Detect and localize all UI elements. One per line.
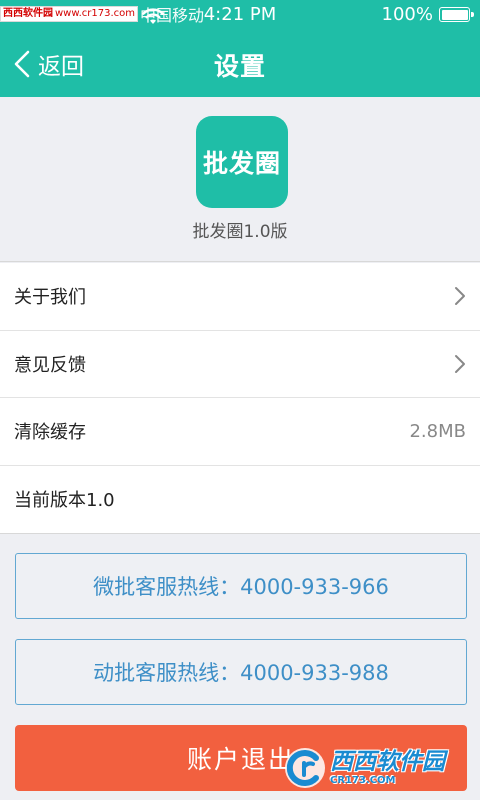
nav-bar: 返回 设置 xyxy=(0,32,480,97)
app-logo: 批发圈 xyxy=(196,116,288,208)
cache-size: 2.8MB xyxy=(409,420,466,442)
settings-item-label: 清除缓存 xyxy=(14,422,86,444)
watermark-text: 西西软件园 CR173.COM xyxy=(330,748,445,786)
settings-item-clear-cache[interactable]: 清除缓存 2.8MB xyxy=(0,398,480,466)
dongpi-hotline-button[interactable]: 动批客服热线：4000-933-988 xyxy=(15,639,467,705)
settings-item-version: 当前版本1.0 xyxy=(0,466,480,534)
settings-item-label: 当前版本1.0 xyxy=(14,490,115,512)
logout-label: 账户退出 xyxy=(186,745,295,774)
page-title: 设置 xyxy=(213,52,266,81)
settings-item-about[interactable]: 关于我们 xyxy=(0,263,480,331)
app-info: 批发圈 批发圈1.0版 xyxy=(0,97,480,262)
app-version: 批发圈1.0版 xyxy=(192,222,288,242)
battery-fill xyxy=(441,9,468,20)
watermark-logo-icon xyxy=(285,748,325,788)
watermark-bottom: 西西软件园 CR173.COM xyxy=(282,745,462,791)
battery-icon xyxy=(439,7,474,22)
settings-item-feedback[interactable]: 意见反馈 xyxy=(0,331,480,398)
status-bar: 西西软件园 www.cr173.com 中国移动 4:21 PM 100% xyxy=(0,0,480,32)
status-right: 100% xyxy=(381,4,474,25)
battery-percent: 100% xyxy=(381,4,433,25)
settings-list: 关于我们 意见反馈 清除缓存 2.8MB 当前版本1.0 xyxy=(0,263,480,534)
weipi-hotline-button[interactable]: 微批客服热线：4000-933-966 xyxy=(15,553,467,619)
chevron-right-icon xyxy=(455,354,465,373)
chevron-right-icon xyxy=(455,287,465,306)
settings-item-label: 意见反馈 xyxy=(14,354,86,376)
app-logo-text: 批发圈 xyxy=(202,149,281,178)
settings-item-label: 关于我们 xyxy=(14,287,86,309)
watermark-sub: CR173.COM xyxy=(330,774,396,786)
weipi-hotline-label: 微批客服热线：4000-933-966 xyxy=(93,575,389,599)
dongpi-hotline-label: 动批客服热线：4000-933-988 xyxy=(93,661,389,685)
watermark-main: 西西软件园 xyxy=(330,748,445,775)
header: 西西软件园 www.cr173.com 中国移动 4:21 PM 100% 返回… xyxy=(0,0,480,97)
